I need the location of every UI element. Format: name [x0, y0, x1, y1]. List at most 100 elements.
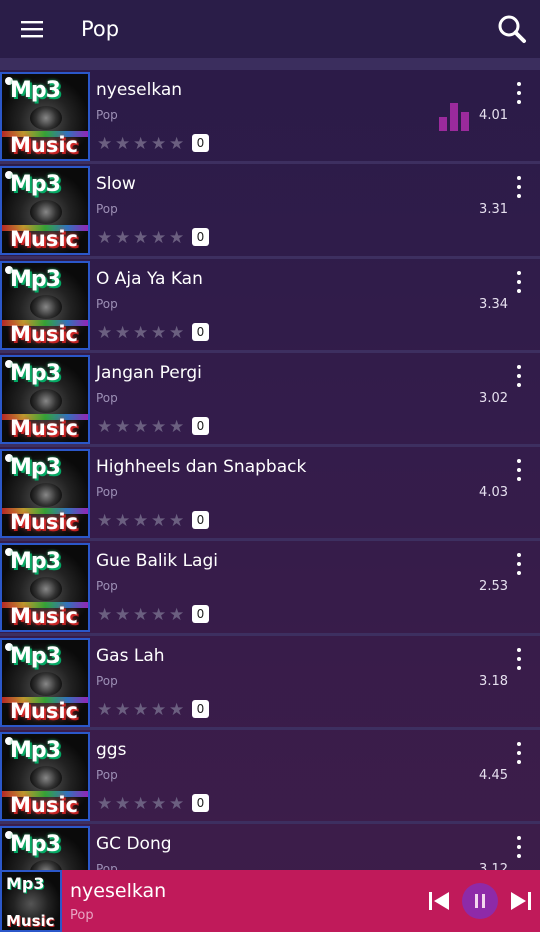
song-row[interactable]: Mp3 Music Gue Balik Lagi Pop ★ ★ ★ ★ ★ 0 2.5…	[0, 541, 540, 636]
star-icon[interactable]: ★	[151, 324, 167, 341]
song-genre: Pop	[96, 296, 118, 311]
star-icon[interactable]: ★	[115, 324, 131, 341]
song-row[interactable]: Mp3 Music GC Dong Pop ★★★★★ 0 3.12	[0, 824, 540, 870]
star-icon[interactable]: ★	[169, 418, 185, 435]
speaker-graphic	[30, 671, 62, 696]
previous-button[interactable]	[420, 870, 458, 932]
more-options-button[interactable]	[508, 80, 530, 106]
star-icon[interactable]: ★	[151, 513, 167, 530]
song-title: nyeselkan	[96, 80, 183, 100]
star-icon[interactable]: ★	[97, 418, 113, 435]
more-options-button[interactable]	[508, 740, 530, 766]
star-icon[interactable]: ★	[133, 136, 149, 153]
rating-stars[interactable]: ★ ★ ★ ★ ★	[97, 324, 185, 341]
artwork-logo-text: Mp3	[10, 455, 61, 481]
more-options-button[interactable]	[508, 363, 530, 389]
song-genre: Pop	[96, 390, 118, 405]
song-row[interactable]: Mp3 Music Highheels dan Snapback Pop ★ ★ ★…	[0, 447, 540, 542]
star-icon[interactable]: ★	[115, 418, 131, 435]
star-icon[interactable]: ★	[97, 796, 113, 813]
artwork-logo-text: Music	[6, 912, 55, 930]
speaker-graphic	[30, 294, 62, 319]
star-icon[interactable]: ★	[151, 230, 167, 247]
star-icon[interactable]: ★	[151, 796, 167, 813]
star-icon[interactable]: ★	[151, 701, 167, 718]
song-row[interactable]: Mp3 Music Slow Pop ★ ★ ★ ★ ★ 0 3.31	[0, 164, 540, 259]
song-row[interactable]: Mp3 Music Jangan Pergi Pop ★ ★ ★ ★ ★ 0 3.02	[0, 352, 540, 448]
more-options-button[interactable]	[508, 457, 530, 483]
star-icon[interactable]: ★	[97, 513, 113, 530]
menu-button[interactable]	[0, 0, 64, 58]
star-icon[interactable]: ★	[115, 796, 131, 813]
song-list[interactable]: Mp3 Music nyeselkan Pop ★ ★ ★ ★ ★ 0 4.01 Mp3	[0, 70, 540, 870]
more-vert-icon	[517, 288, 521, 293]
more-options-button[interactable]	[508, 551, 530, 577]
now-playing-bar[interactable]: Mp3 Music nyeselkan Pop	[0, 870, 540, 932]
song-title: Jangan Pergi	[96, 362, 202, 383]
star-icon[interactable]: ★	[169, 796, 185, 813]
star-icon[interactable]: ★	[151, 607, 167, 624]
rating-count-badge: 0	[192, 228, 209, 247]
rating-stars[interactable]: ★ ★ ★ ★ ★	[97, 136, 185, 153]
next-button[interactable]	[502, 870, 540, 932]
song-row[interactable]: Mp3 Music nyeselkan Pop ★ ★ ★ ★ ★ 0 4.01	[0, 70, 540, 165]
star-icon[interactable]: ★	[97, 324, 113, 341]
star-icon[interactable]: ★	[169, 324, 185, 341]
star-icon[interactable]: ★	[133, 796, 149, 813]
rating-count-badge: 0	[192, 416, 209, 435]
more-options-button[interactable]	[508, 646, 530, 672]
star-icon[interactable]: ★	[97, 607, 113, 624]
song-artwork: Mp3 Music	[0, 72, 90, 161]
star-icon[interactable]: ★	[115, 136, 131, 153]
rating-stars[interactable]: ★ ★ ★ ★ ★	[97, 796, 185, 813]
speaker-graphic	[30, 106, 62, 130]
more-vert-icon	[517, 382, 521, 387]
rating-stars[interactable]: ★ ★ ★ ★ ★	[97, 607, 185, 624]
song-artwork: Mp3 Music	[0, 543, 90, 633]
star-icon[interactable]: ★	[97, 230, 113, 247]
rating-stars[interactable]: ★ ★ ★ ★ ★	[97, 513, 185, 530]
star-icon[interactable]: ★	[151, 418, 167, 435]
more-vert-icon	[517, 100, 521, 104]
more-options-button[interactable]	[508, 174, 530, 200]
star-icon[interactable]: ★	[115, 607, 131, 624]
star-icon[interactable]: ★	[169, 136, 185, 153]
rating-stars[interactable]: ★ ★ ★ ★ ★	[97, 701, 185, 718]
star-icon[interactable]: ★	[133, 513, 149, 530]
more-vert-icon	[517, 364, 521, 369]
star-icon[interactable]: ★	[169, 513, 185, 530]
pause-button[interactable]	[462, 883, 498, 919]
more-options-button[interactable]	[508, 269, 530, 295]
more-options-button[interactable]	[508, 834, 530, 860]
artwork-logo-text: Mp3	[10, 832, 61, 858]
song-row[interactable]: Mp3 Music O Aja Ya Kan Pop ★ ★ ★ ★ ★ 0 3.34	[0, 258, 540, 353]
rating-stars[interactable]: ★ ★ ★ ★ ★	[97, 230, 185, 247]
artwork-logo-text: Music	[10, 415, 78, 440]
star-icon[interactable]: ★	[133, 701, 149, 718]
star-icon[interactable]: ★	[169, 230, 185, 247]
song-row[interactable]: Mp3 Music Gas Lah Pop ★ ★ ★ ★ ★ 0 3.18	[0, 635, 540, 731]
more-vert-icon	[517, 760, 521, 765]
star-icon[interactable]: ★	[97, 701, 113, 718]
song-duration: 3.31	[479, 202, 508, 218]
star-icon[interactable]: ★	[115, 230, 131, 247]
star-icon[interactable]: ★	[133, 607, 149, 624]
artwork-logo-text: Music	[10, 793, 78, 818]
star-icon[interactable]: ★	[169, 607, 185, 624]
star-icon[interactable]: ★	[169, 701, 185, 718]
star-icon[interactable]: ★	[133, 418, 149, 435]
star-icon[interactable]: ★	[115, 701, 131, 718]
star-icon[interactable]: ★	[133, 230, 149, 247]
star-icon[interactable]: ★	[115, 513, 131, 530]
rating-stars[interactable]: ★ ★ ★ ★ ★	[97, 418, 185, 435]
artwork-logo-text: Mp3	[10, 549, 61, 575]
song-title: ggs	[96, 740, 127, 761]
search-button[interactable]	[484, 0, 540, 58]
pause-icon	[475, 894, 485, 908]
rating-count-badge: 0	[192, 134, 209, 152]
song-artwork: Mp3 Music	[0, 166, 90, 256]
star-icon[interactable]: ★	[133, 324, 149, 341]
star-icon[interactable]: ★	[151, 136, 167, 153]
song-row[interactable]: Mp3 Music ggs Pop ★ ★ ★ ★ ★ 0 4.45	[0, 730, 540, 825]
star-icon[interactable]: ★	[97, 136, 113, 153]
